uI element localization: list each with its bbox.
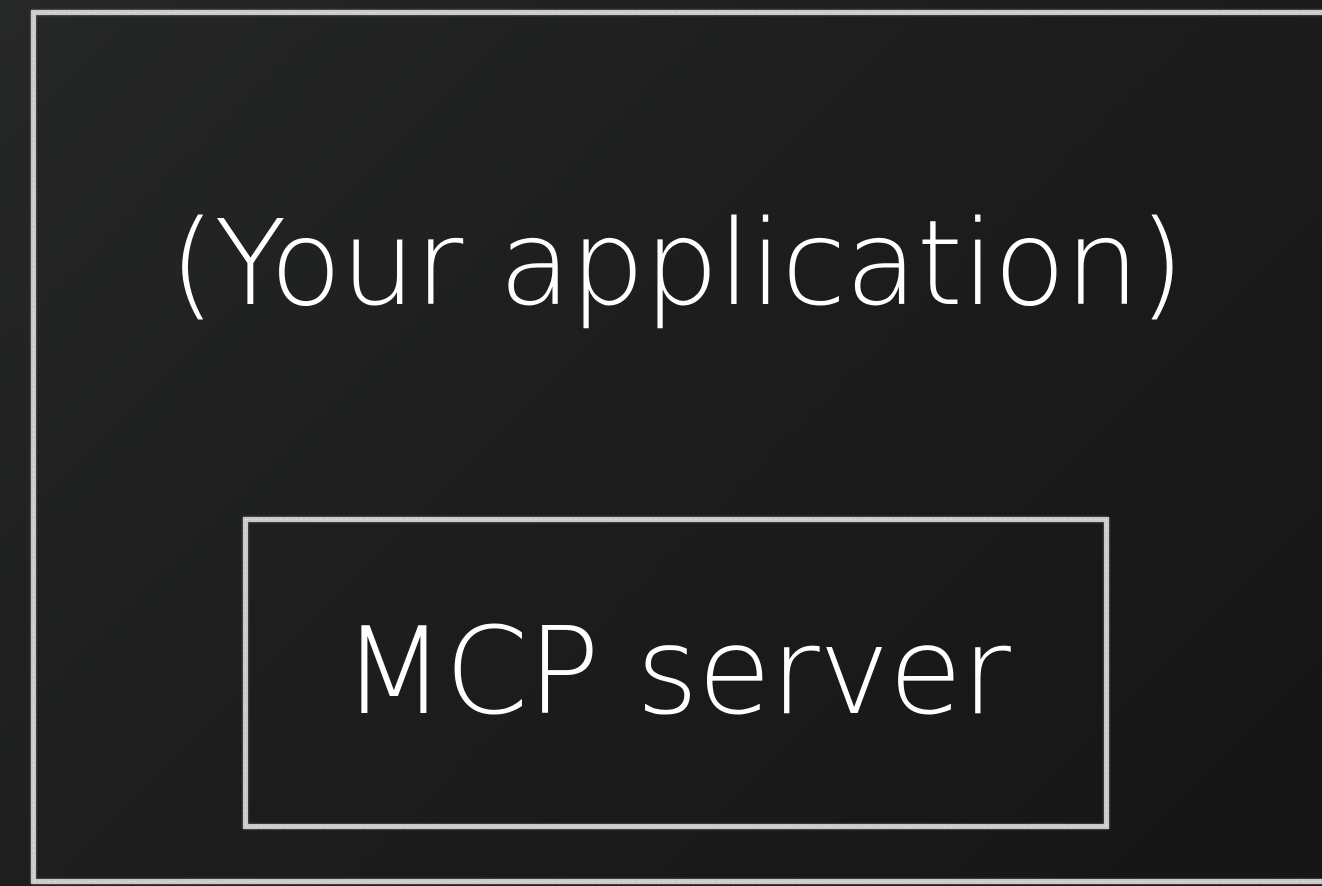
mcp-server-label: MCP server <box>342 603 1011 742</box>
application-label: (Your application) <box>169 194 1184 332</box>
